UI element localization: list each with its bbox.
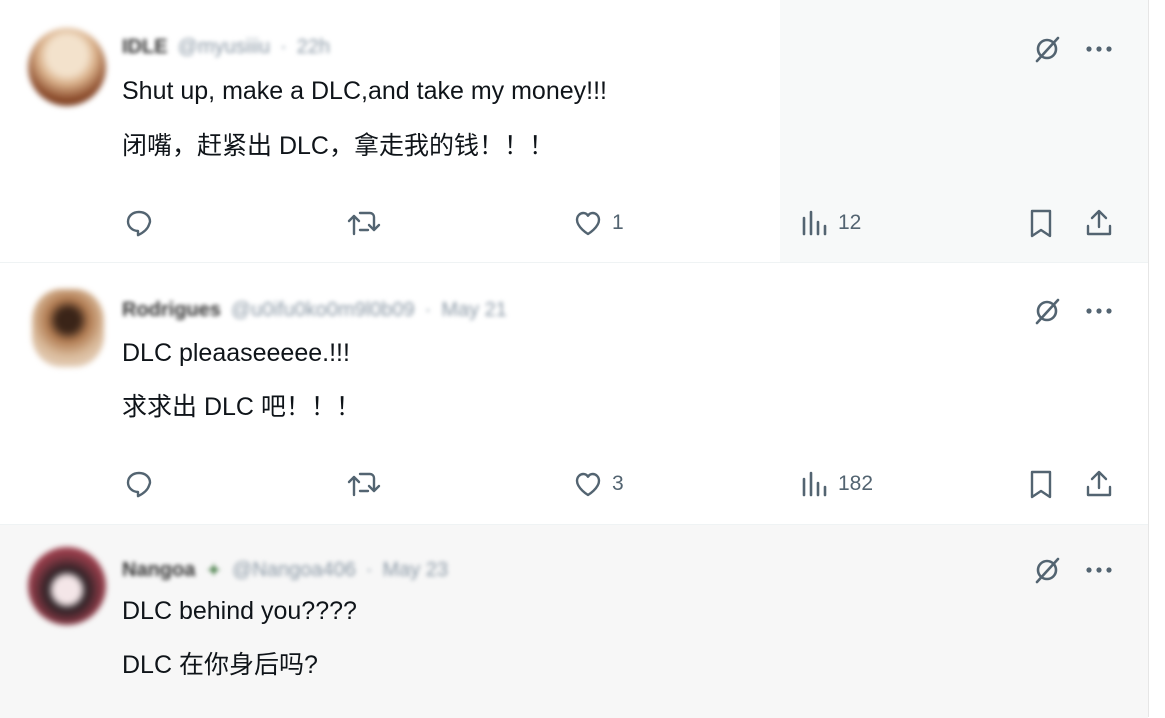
- timestamp[interactable]: 22h: [297, 36, 330, 59]
- bookmark-button[interactable]: [1026, 207, 1056, 239]
- heart-icon: [572, 207, 604, 239]
- avatar[interactable]: [28, 28, 106, 106]
- share-button[interactable]: [1083, 207, 1115, 239]
- avatar[interactable]: [32, 289, 104, 367]
- like-button[interactable]: 1: [572, 207, 624, 239]
- timestamp[interactable]: May 23: [383, 559, 449, 582]
- bookmark-button[interactable]: [1026, 468, 1056, 500]
- like-count: 3: [612, 472, 624, 495]
- heart-icon: [572, 468, 604, 500]
- tweet-text-zh: 求求出 DLC 吧！！！: [122, 393, 361, 421]
- more-icon[interactable]: [1082, 34, 1116, 64]
- author-handle[interactable]: @myusiiiu: [178, 36, 271, 59]
- tweet-text-zh: DLC 在你身后吗?: [122, 651, 318, 679]
- reply-button[interactable]: [123, 207, 155, 239]
- views-icon: [800, 468, 830, 500]
- tweet[interactable]: Nangoa ✦ @Nangoa406 · May 23 DLC behind …: [0, 524, 1148, 718]
- tweet[interactable]: IDLE @myusiiiu · 22h Shut up, make a DLC…: [0, 0, 1148, 262]
- retweet-icon: [346, 207, 382, 239]
- more-icon[interactable]: [1082, 296, 1116, 326]
- tweet-text-en: DLC behind you????: [122, 597, 357, 625]
- tweet-text-en: DLC pleaaseeeee.!!!: [122, 339, 350, 367]
- reply-icon: [123, 468, 155, 500]
- share-icon: [1083, 207, 1115, 239]
- tweet-meta: Nangoa ✦ @Nangoa406 · May 23: [122, 558, 449, 582]
- tweet-meta: Rodrigues @u0ifu0ko0m9l0b09 · May 21: [122, 298, 507, 322]
- retweet-icon: [346, 468, 382, 500]
- share-icon: [1083, 468, 1115, 500]
- scroll-gutter: [1148, 0, 1165, 717]
- grok-slash-icon[interactable]: [1030, 294, 1064, 328]
- tweet-text-zh: 闭嘴，赶紧出 DLC，拿走我的钱！！！: [122, 132, 554, 160]
- retweet-button[interactable]: [346, 468, 382, 500]
- timestamp[interactable]: May 21: [441, 299, 507, 322]
- reply-button[interactable]: [123, 468, 155, 500]
- author-handle[interactable]: @u0ifu0ko0m9l0b09: [231, 299, 415, 322]
- author-name[interactable]: IDLE: [122, 36, 168, 59]
- avatar[interactable]: [28, 547, 106, 625]
- like-button[interactable]: 3: [572, 468, 624, 500]
- author-name[interactable]: Rodrigues: [122, 299, 221, 322]
- reply-icon: [123, 207, 155, 239]
- like-count: 1: [612, 211, 624, 234]
- bookmark-icon: [1026, 468, 1056, 500]
- views-button[interactable]: 12: [800, 207, 861, 239]
- tweet-text-en: Shut up, make a DLC,and take my money!!!: [122, 77, 607, 105]
- tweet-meta: IDLE @myusiiiu · 22h: [122, 35, 331, 59]
- bookmark-icon: [1026, 207, 1056, 239]
- grok-slash-icon[interactable]: [1030, 553, 1064, 587]
- share-button[interactable]: [1083, 468, 1115, 500]
- views-button[interactable]: 182: [800, 468, 873, 500]
- tweet[interactable]: Rodrigues @u0ifu0ko0m9l0b09 · May 21 DLC…: [0, 262, 1148, 525]
- views-icon: [800, 207, 830, 239]
- views-count: 182: [838, 472, 874, 495]
- author-name[interactable]: Nangoa: [122, 559, 195, 582]
- grok-slash-icon[interactable]: [1030, 32, 1064, 66]
- more-icon[interactable]: [1082, 555, 1116, 585]
- retweet-button[interactable]: [346, 207, 382, 239]
- author-handle[interactable]: @Nangoa406: [232, 559, 356, 582]
- views-count: 12: [838, 211, 862, 234]
